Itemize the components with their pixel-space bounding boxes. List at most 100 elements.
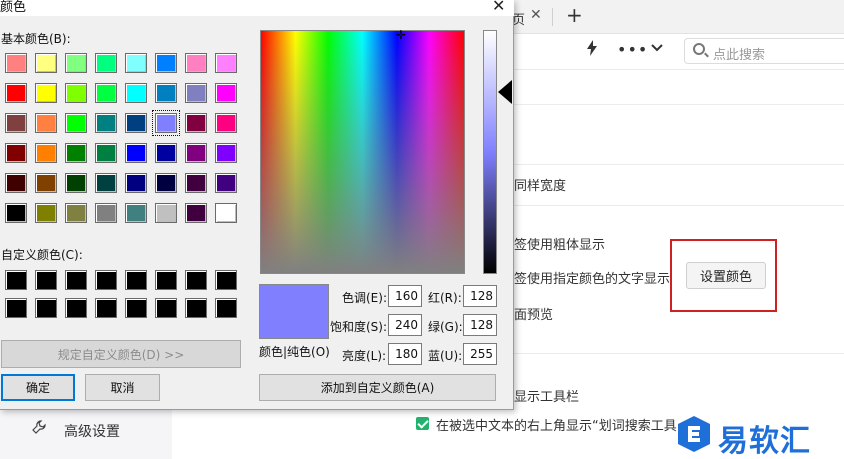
basic-color-swatch[interactable] — [215, 53, 237, 73]
custom-color-swatch[interactable] — [125, 298, 147, 318]
basic-color-swatch[interactable] — [5, 173, 27, 193]
saturation-field[interactable] — [388, 314, 422, 336]
basic-color-swatch[interactable] — [152, 110, 180, 136]
luminance-field[interactable] — [388, 343, 422, 365]
search-input[interactable]: 点此搜索 — [684, 38, 844, 64]
luminance-label: 亮度(L): — [342, 349, 387, 363]
custom-color-swatch[interactable] — [155, 298, 177, 318]
basic-color-swatch[interactable] — [185, 83, 207, 103]
basic-color-swatch[interactable] — [185, 173, 207, 193]
add-to-custom-colors-button[interactable]: 添加到自定义颜色(A) — [259, 374, 496, 401]
basic-color-swatch[interactable] — [185, 53, 207, 73]
custom-color-swatch[interactable] — [95, 298, 117, 318]
chevron-down-icon[interactable] — [650, 40, 664, 58]
custom-color-swatch[interactable] — [95, 270, 117, 290]
search-placeholder: 点此搜索 — [713, 48, 766, 63]
saturation-label: 饱和度(S): — [330, 320, 388, 334]
basic-color-swatch[interactable] — [65, 53, 87, 73]
red-label: 红(R): — [428, 291, 462, 305]
basic-color-swatch[interactable] — [35, 53, 57, 73]
basic-color-swatch[interactable] — [35, 113, 57, 133]
basic-color-swatch[interactable] — [95, 173, 117, 193]
basic-color-swatch[interactable] — [35, 203, 57, 223]
custom-color-swatch[interactable] — [215, 298, 237, 318]
custom-color-swatch[interactable] — [35, 298, 57, 318]
basic-color-swatch[interactable] — [185, 203, 207, 223]
section-divider — [512, 164, 844, 165]
basic-color-swatch[interactable] — [5, 143, 27, 163]
basic-color-swatch[interactable] — [95, 113, 117, 133]
basic-color-swatch[interactable] — [155, 83, 177, 103]
basic-color-swatch[interactable] — [35, 143, 57, 163]
basic-color-swatch[interactable] — [125, 173, 147, 193]
green-field[interactable] — [463, 314, 497, 336]
checkbox[interactable] — [416, 417, 429, 430]
basic-color-swatch[interactable] — [155, 173, 177, 193]
basic-color-swatch[interactable] — [125, 203, 147, 223]
basic-color-swatch[interactable] — [155, 53, 177, 73]
highlight-box — [670, 239, 777, 312]
custom-color-swatch[interactable] — [125, 270, 147, 290]
basic-color-swatch[interactable] — [95, 83, 117, 103]
custom-color-swatch[interactable] — [185, 270, 207, 290]
luminance-slider[interactable] — [483, 30, 497, 274]
basic-color-swatch[interactable] — [35, 173, 57, 193]
basic-color-swatch[interactable] — [215, 113, 237, 133]
red-field[interactable] — [463, 285, 497, 307]
close-icon[interactable]: ✕ — [492, 0, 505, 15]
basic-color-swatch[interactable] — [95, 203, 117, 223]
basic-color-swatch[interactable] — [125, 53, 147, 73]
basic-color-swatch[interactable] — [155, 203, 177, 223]
dialog-titlebar: 颜色 ✕ — [0, 0, 514, 16]
wrench-icon — [32, 420, 46, 434]
checkbox-label: 在被选中文本的右上角显示“划词搜索工具 — [436, 419, 677, 434]
cancel-button[interactable]: 取消 — [85, 374, 160, 401]
basic-color-swatch[interactable] — [155, 143, 177, 163]
custom-color-swatch[interactable] — [65, 270, 87, 290]
custom-color-swatch[interactable] — [35, 270, 57, 290]
new-tab-icon[interactable]: + — [566, 3, 583, 27]
custom-color-swatch[interactable] — [65, 298, 87, 318]
basic-color-swatch[interactable] — [65, 203, 87, 223]
setting-row-text: 面预览 — [514, 308, 554, 323]
custom-color-swatch[interactable] — [5, 298, 27, 318]
basic-color-swatch[interactable] — [125, 83, 147, 103]
custom-color-swatch[interactable] — [185, 298, 207, 318]
ok-button[interactable]: 确定 — [1, 374, 75, 401]
basic-color-swatch[interactable] — [5, 113, 27, 133]
basic-color-swatch[interactable] — [65, 113, 87, 133]
basic-color-swatch[interactable] — [185, 143, 207, 163]
basic-color-swatch[interactable] — [5, 203, 27, 223]
setting-row-text: 签使用指定颜色的文字显示 — [514, 272, 671, 287]
basic-color-swatch[interactable] — [215, 173, 237, 193]
custom-color-swatch[interactable] — [5, 270, 27, 290]
basic-color-swatch[interactable] — [95, 143, 117, 163]
tab-close-icon[interactable]: ✕ — [530, 7, 542, 23]
setting-row-text: 显示工具栏 — [514, 390, 580, 405]
define-custom-colors-button[interactable]: 规定自定义颜色(D) >> — [1, 340, 241, 368]
basic-color-swatch[interactable] — [215, 143, 237, 163]
lightning-icon[interactable] — [586, 40, 598, 60]
custom-color-swatch[interactable] — [215, 270, 237, 290]
color-spectrum[interactable] — [260, 30, 465, 274]
basic-color-swatch[interactable] — [125, 143, 147, 163]
custom-color-swatch[interactable] — [155, 270, 177, 290]
search-icon — [693, 43, 705, 55]
basic-color-swatch[interactable] — [95, 53, 117, 73]
basic-color-swatch[interactable] — [35, 83, 57, 103]
luminance-arrow-icon[interactable] — [498, 80, 512, 104]
basic-color-swatch[interactable] — [65, 173, 87, 193]
basic-color-swatch[interactable] — [185, 113, 207, 133]
basic-color-swatch[interactable] — [5, 53, 27, 73]
basic-color-swatch[interactable] — [215, 83, 237, 103]
basic-color-swatch[interactable] — [125, 113, 147, 133]
more-icon[interactable]: ••• — [617, 40, 648, 59]
basic-color-swatch[interactable] — [5, 83, 27, 103]
sidebar-item-advanced-settings[interactable]: 高级设置 — [64, 421, 120, 441]
setting-row-text: 签使用粗体显示 — [514, 238, 606, 253]
basic-color-swatch[interactable] — [215, 203, 237, 223]
hue-field[interactable] — [388, 285, 422, 307]
blue-field[interactable] — [463, 343, 497, 365]
basic-color-swatch[interactable] — [65, 83, 87, 103]
basic-color-swatch[interactable] — [65, 143, 87, 163]
